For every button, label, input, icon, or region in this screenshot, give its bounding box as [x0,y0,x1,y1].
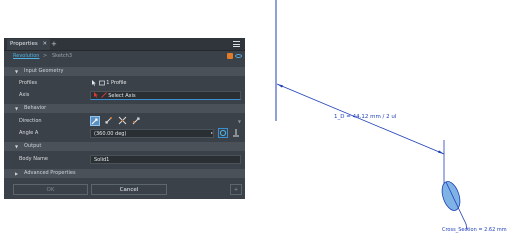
sketch-canvas[interactable] [0,0,515,244]
dimension-label[interactable]: 1_D = 44.12 mm / 2 ul [334,114,396,120]
dimension-arrow-end [438,150,444,154]
cross-section-profile[interactable] [439,179,463,212]
cross-section-label[interactable]: Cross_Section = 2.62 mm [442,227,507,233]
dimension-arrow-start [277,84,283,88]
